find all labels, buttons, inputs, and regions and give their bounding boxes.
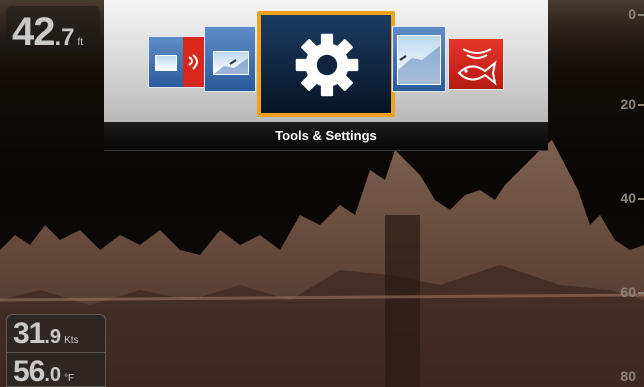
depth-scale-label-40: 40 — [620, 190, 636, 206]
app-tile-tools-settings[interactable] — [257, 11, 395, 117]
chart-icon — [213, 51, 249, 75]
depth-scale-label-20: 20 — [620, 96, 636, 112]
temperature-value: 56 — [13, 355, 45, 387]
speed-fraction: .9 — [44, 326, 62, 348]
app-menu: Tools & Settings — [104, 0, 548, 151]
temperature-fraction: .0 — [44, 364, 62, 386]
depth-scale-tick — [638, 292, 644, 294]
selected-app-caption: Tools & Settings — [104, 122, 548, 151]
app-tile-fishfinder[interactable] — [448, 38, 504, 90]
depth-readout: 42.7 ft — [6, 6, 100, 52]
depth-fraction: .7 — [54, 24, 75, 51]
speed-value: 31 — [13, 317, 45, 350]
speed-unit: Kts — [64, 335, 79, 346]
fish-sonar-icon — [457, 48, 497, 86]
chart-icon — [155, 55, 177, 71]
chart-icon — [397, 35, 441, 85]
depth-scale-label-0: 0 — [628, 6, 636, 22]
depth-scale-tick — [638, 198, 644, 200]
app-menu-panel — [104, 0, 548, 123]
app-tile-chart-sonar-split[interactable] — [148, 36, 212, 88]
depth-scale-label-60: 60 — [620, 284, 636, 300]
speed-readout: 31.9 Kts — [6, 314, 106, 352]
depth-scale-tick — [638, 14, 644, 16]
gear-icon — [295, 33, 359, 97]
echo-shadow — [385, 215, 420, 387]
app-tile-chart-large[interactable] — [392, 26, 446, 92]
fishfinder-screen: 0 20 40 60 80 42.7 ft 31.9 Kts 56.0 °F T… — [0, 0, 644, 387]
depth-scale-label-80: 80 — [620, 368, 636, 384]
app-tile-chart[interactable] — [204, 26, 256, 92]
depth-unit: ft — [77, 37, 84, 48]
temperature-readout: 56.0 °F — [6, 352, 106, 387]
depth-scale-tick — [638, 104, 644, 106]
temperature-unit: °F — [64, 373, 75, 384]
depth-value: 42 — [12, 10, 55, 54]
